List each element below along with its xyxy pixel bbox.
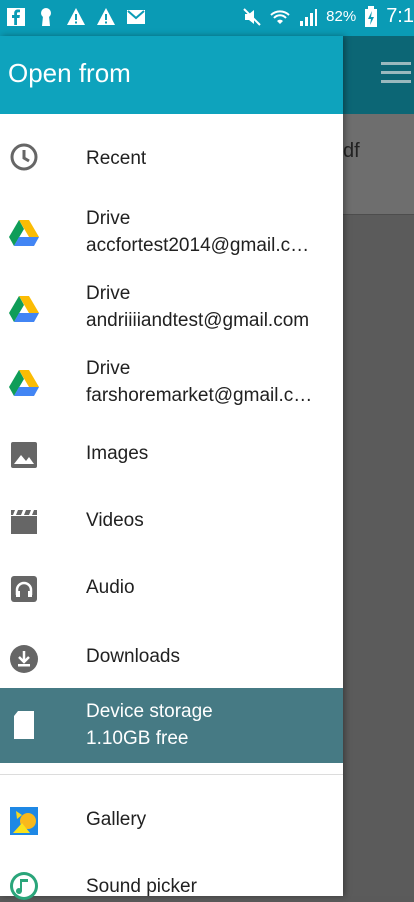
battery-charging-icon xyxy=(365,5,378,27)
warning-icon xyxy=(67,8,85,25)
drawer-item-label: Drive xyxy=(86,358,131,379)
drawer-title: Open from xyxy=(8,58,131,88)
drawer-item-label: Downloads xyxy=(86,646,180,667)
sound-picker-icon xyxy=(10,872,38,900)
drawer-item-downloads[interactable]: Downloads xyxy=(0,627,343,696)
signal-icon xyxy=(300,8,318,26)
gallery-icon xyxy=(10,807,38,835)
drawer-item-label: Device storage xyxy=(86,701,213,722)
background-partial-text: df xyxy=(343,140,360,162)
sd-card-icon xyxy=(14,711,34,739)
drawer-item-drive-1[interactable]: Drive accfortest2014@gmail.c… xyxy=(0,198,343,274)
drawer-item-free-space: 1.10GB free xyxy=(86,728,189,749)
drawer-item-account: accfortest2014@gmail.c… xyxy=(86,235,310,256)
drawer-item-label: Drive xyxy=(86,283,131,304)
mute-icon xyxy=(243,7,261,26)
image-icon xyxy=(11,442,37,468)
drawer-item-drive-2[interactable]: Drive andriiiiandtest@gmail.com xyxy=(0,274,343,349)
mail-icon xyxy=(127,10,145,24)
keyhole-icon xyxy=(41,8,51,26)
facebook-icon xyxy=(7,8,25,26)
warning-icon xyxy=(97,8,115,25)
drawer-item-label: Recent xyxy=(86,148,147,169)
status-bar: 82% 7:1 xyxy=(0,0,414,36)
audio-icon xyxy=(11,576,37,602)
drawer-item-images[interactable]: Images xyxy=(0,426,343,493)
background-list-item: df xyxy=(343,114,414,215)
drawer-item-label: Audio xyxy=(86,577,135,598)
drawer-item-label: Drive xyxy=(86,208,131,229)
clock-icon xyxy=(10,143,38,171)
battery-percent: 82% xyxy=(326,8,357,25)
drawer-header: Open from xyxy=(0,36,343,114)
drawer-item-account: andriiiiandtest@gmail.com xyxy=(86,310,310,331)
drawer-divider xyxy=(0,774,343,775)
google-drive-icon xyxy=(9,296,39,322)
drawer-item-label: Gallery xyxy=(86,809,147,830)
background-app: df xyxy=(343,36,414,896)
drawer-item-gallery[interactable]: Gallery xyxy=(0,786,343,856)
drawer-item-recent[interactable]: Recent xyxy=(0,120,343,198)
wifi-icon xyxy=(270,9,290,24)
download-icon xyxy=(10,645,38,673)
google-drive-icon xyxy=(9,220,39,246)
video-icon xyxy=(11,510,37,534)
open-from-drawer: Open from Recent Drive accfortest2014@gm… xyxy=(0,36,343,900)
drawer-item-label: Sound picker xyxy=(86,876,197,897)
drawer-item-device-storage[interactable]: Device storage 1.10GB free xyxy=(0,688,343,763)
drawer-item-audio[interactable]: Audio xyxy=(0,560,343,627)
clock-time: 7:1 xyxy=(386,5,414,27)
drawer-item-videos[interactable]: Videos xyxy=(0,493,343,560)
drawer-item-sound-picker[interactable]: Sound picker xyxy=(0,856,343,900)
background-app-header xyxy=(343,36,414,114)
drawer-item-label: Images xyxy=(86,443,149,464)
google-drive-icon xyxy=(9,370,39,396)
drawer-item-account: farshoremarket@gmail.c… xyxy=(86,385,313,406)
drawer-item-label: Videos xyxy=(86,510,144,531)
menu-icon xyxy=(381,62,411,84)
drawer-item-drive-3[interactable]: Drive farshoremarket@gmail.c… xyxy=(0,349,343,426)
